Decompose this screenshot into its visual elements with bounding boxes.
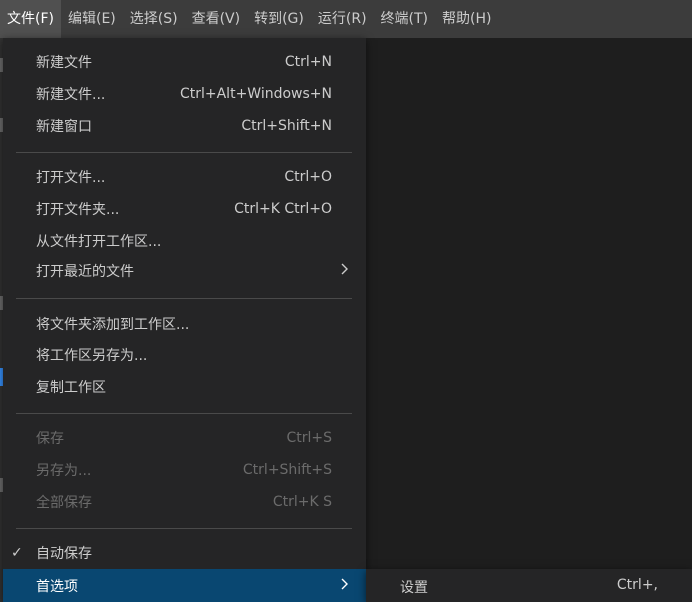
- menu-item-auto-save[interactable]: ✓ 自动保存: [3, 538, 366, 568]
- menu-item-save-as[interactable]: 另存为... Ctrl+Shift+S: [3, 455, 366, 485]
- menu-item-shortcut: Ctrl+K S: [272, 494, 332, 510]
- menubar-run[interactable]: 运行(R): [311, 0, 374, 38]
- menu-item-save-workspace-as[interactable]: 将工作区另存为...: [3, 340, 366, 370]
- menu-bar: 文件(F) 编辑(E) 选择(S) 查看(V) 转到(G) 运行(R) 终端(T…: [0, 0, 692, 38]
- menu-item-open-file[interactable]: 打开文件... Ctrl+O: [3, 162, 366, 192]
- menu-item-label: 将文件夹添加到工作区...: [36, 317, 190, 333]
- menubar-edit[interactable]: 编辑(E): [61, 0, 123, 38]
- menu-item-save[interactable]: 保存 Ctrl+S: [3, 423, 366, 453]
- submenu-item-settings[interactable]: 设置 Ctrl+,: [366, 569, 692, 602]
- menu-separator: [16, 298, 352, 299]
- menu-separator: [16, 152, 352, 153]
- chevron-right-icon: [340, 578, 350, 594]
- menu-item-shortcut: Ctrl+O: [284, 169, 332, 185]
- menu-item-save-all[interactable]: 全部保存 Ctrl+K S: [3, 487, 366, 517]
- menubar-selection[interactable]: 选择(S): [123, 0, 185, 38]
- menu-item-label: 打开最近的文件: [36, 264, 134, 280]
- menubar-go[interactable]: 转到(G): [247, 0, 311, 38]
- file-menu-dropdown: 新建文件 Ctrl+N 新建文件... Ctrl+Alt+Windows+N 新…: [3, 38, 366, 602]
- menu-item-label: 新建窗口: [36, 119, 92, 135]
- menu-item-label: 保存: [36, 431, 64, 447]
- menu-item-shortcut: Ctrl+K Ctrl+O: [234, 201, 332, 217]
- menu-item-shortcut: Ctrl+N: [284, 54, 332, 70]
- menu-item-shortcut: Ctrl+S: [286, 430, 332, 446]
- menu-separator: [16, 528, 352, 529]
- menu-item-shortcut: Ctrl+Shift+S: [242, 462, 332, 478]
- menu-item-preferences[interactable]: 首选项: [3, 569, 366, 602]
- menu-item-shortcut: Ctrl+Alt+Windows+N: [179, 86, 332, 102]
- menubar-file[interactable]: 文件(F): [0, 0, 61, 38]
- menu-item-shortcut: Ctrl+Shift+N: [241, 118, 332, 134]
- menu-item-open-recent[interactable]: 打开最近的文件: [3, 256, 366, 286]
- menu-item-new-file[interactable]: 新建文件 Ctrl+N: [3, 47, 366, 77]
- menubar-view[interactable]: 查看(V): [185, 0, 248, 38]
- menu-item-label: 设置: [400, 580, 428, 596]
- menu-item-label: 打开文件夹...: [36, 202, 120, 218]
- menu-item-add-folder-to-workspace[interactable]: 将文件夹添加到工作区...: [3, 309, 366, 339]
- menu-item-label: 新建文件: [36, 55, 92, 71]
- menu-item-label: 复制工作区: [36, 380, 106, 396]
- chevron-right-icon: [340, 263, 350, 279]
- menu-item-shortcut: Ctrl+,: [616, 577, 658, 593]
- menu-item-label: 从文件打开工作区...: [36, 234, 162, 250]
- menu-item-label: 将工作区另存为...: [36, 348, 148, 364]
- menu-item-new-file-dialog[interactable]: 新建文件... Ctrl+Alt+Windows+N: [3, 79, 366, 109]
- menu-item-new-window[interactable]: 新建窗口 Ctrl+Shift+N: [3, 111, 366, 141]
- menu-item-label: 首选项: [36, 578, 78, 595]
- menu-item-label: 新建文件...: [36, 87, 106, 103]
- menubar-help[interactable]: 帮助(H): [435, 0, 498, 38]
- menubar-terminal[interactable]: 终端(T): [374, 0, 435, 38]
- menu-item-label: 自动保存: [36, 546, 92, 562]
- checkmark-icon: ✓: [11, 545, 23, 561]
- menu-item-open-workspace[interactable]: 从文件打开工作区...: [3, 226, 366, 256]
- menu-item-duplicate-workspace[interactable]: 复制工作区: [3, 372, 366, 402]
- menu-item-open-folder[interactable]: 打开文件夹... Ctrl+K Ctrl+O: [3, 194, 366, 224]
- menu-item-label: 全部保存: [36, 495, 92, 511]
- preferences-submenu: 设置 Ctrl+,: [366, 569, 692, 602]
- menu-item-label: 打开文件...: [36, 170, 106, 186]
- menu-separator: [16, 413, 352, 414]
- menu-item-label: 另存为...: [36, 463, 92, 479]
